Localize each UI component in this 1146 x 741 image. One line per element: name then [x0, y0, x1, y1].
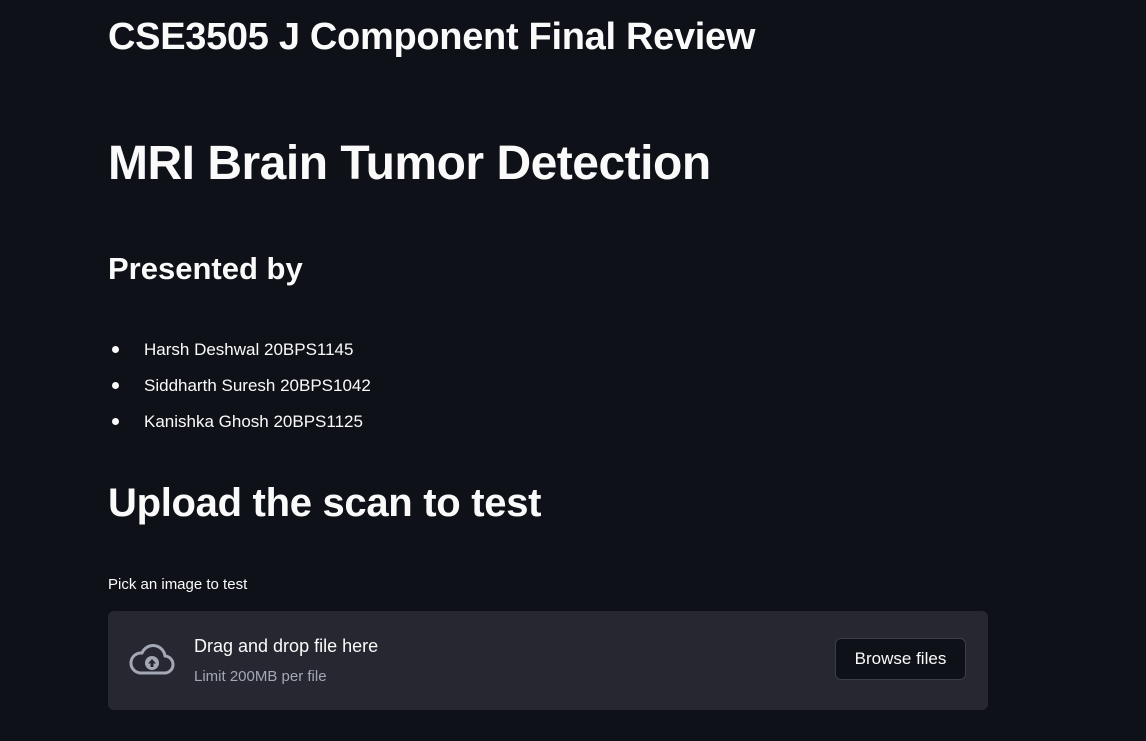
list-item: Kanishka Ghosh 20BPS1125	[108, 409, 371, 445]
file-dropzone[interactable]: Drag and drop file here Limit 200MB per …	[108, 611, 988, 710]
presented-by-header: Presented by	[108, 251, 303, 286]
upload-header: Upload the scan to test	[108, 481, 542, 525]
dropzone-instructions: Drag and drop file here	[194, 636, 379, 656]
bullet-icon	[112, 418, 119, 425]
course-header: CSE3505 J Component Final Review	[108, 16, 756, 58]
page-title: MRI Brain Tumor Detection	[108, 137, 711, 190]
list-item: Harsh Deshwal 20BPS1145	[108, 337, 371, 373]
list-item: Siddharth Suresh 20BPS1042	[108, 373, 371, 409]
dropzone-limit: Limit 200MB per file	[194, 668, 327, 685]
presenter-name: Siddharth Suresh 20BPS1042	[144, 376, 371, 395]
presenter-name: Kanishka Ghosh 20BPS1125	[144, 412, 363, 431]
uploader-label: Pick an image to test	[108, 576, 248, 593]
presenter-name: Harsh Deshwal 20BPS1145	[144, 340, 354, 359]
bullet-icon	[112, 382, 119, 389]
browse-files-button[interactable]: Browse files	[835, 638, 966, 680]
bullet-icon	[112, 346, 119, 353]
presenter-list: Harsh Deshwal 20BPS1145 Siddharth Suresh…	[108, 337, 371, 445]
cloud-upload-icon	[129, 644, 175, 675]
